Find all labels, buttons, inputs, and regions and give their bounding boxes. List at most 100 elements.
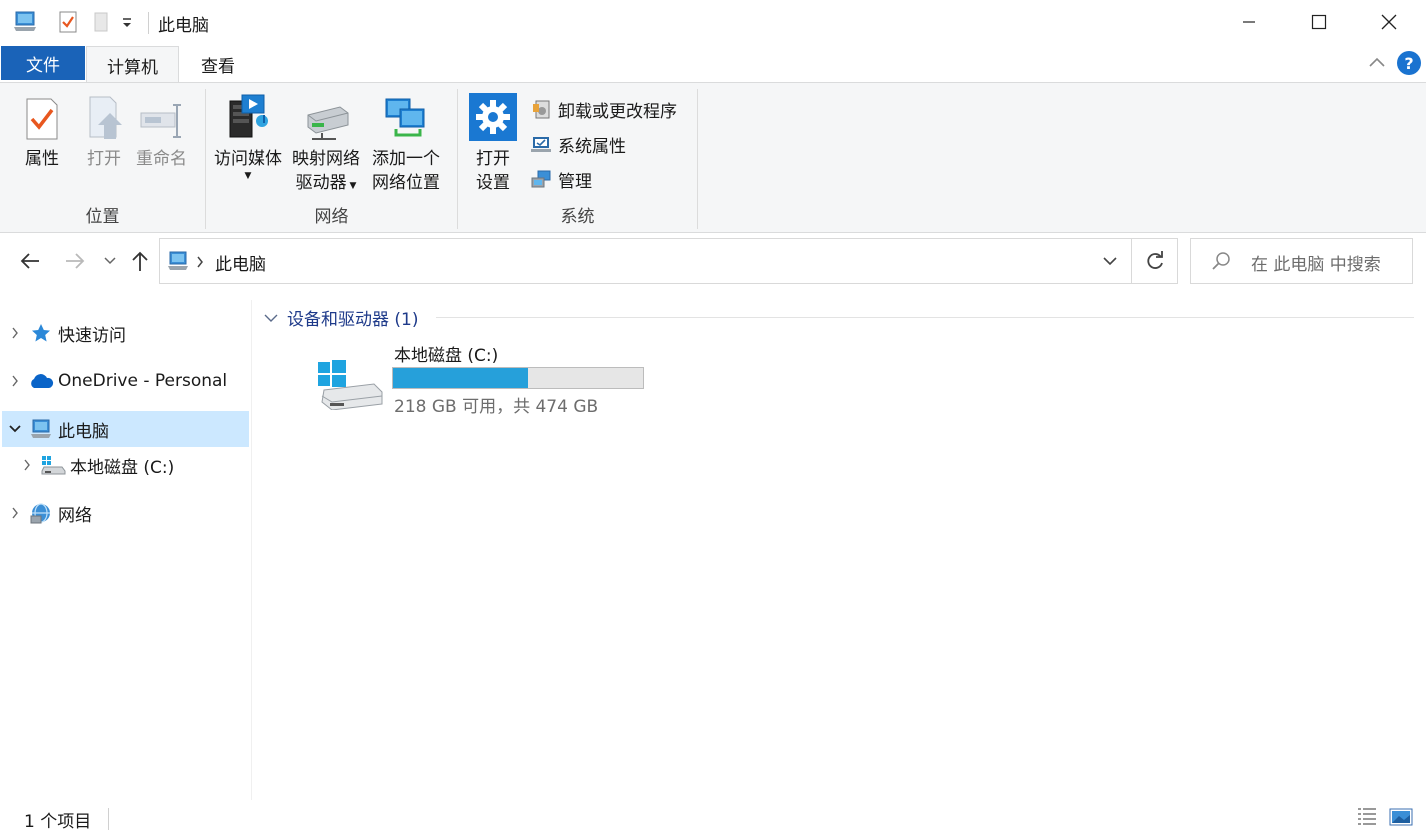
chevron-down-icon — [104, 257, 116, 265]
recent-locations-button[interactable] — [97, 248, 123, 274]
status-separator — [108, 808, 109, 830]
minimize-button[interactable] — [1214, 0, 1284, 44]
cloud-icon — [28, 370, 54, 392]
open-icon — [89, 96, 122, 139]
nav-label-network: 网络 — [58, 505, 92, 526]
nav-item-onedrive[interactable]: OneDrive - Personal — [2, 363, 249, 399]
computer-icon — [168, 251, 188, 270]
help-button[interactable]: ? — [1397, 51, 1421, 75]
rename-label: 重命名 — [136, 149, 187, 169]
group-label-network: 网络 — [314, 207, 349, 227]
up-button[interactable] — [127, 248, 153, 274]
maximize-icon — [1311, 14, 1327, 30]
map-network-drive-button[interactable]: 映射网络 驱动器 ▼ — [292, 91, 360, 195]
breadcrumb-this-pc[interactable]: 此电脑 — [215, 250, 266, 275]
breadcrumb-chevron-icon[interactable] — [196, 256, 204, 268]
forward-button[interactable] — [62, 248, 88, 274]
computer-icon[interactable] — [12, 10, 38, 39]
media-server-icon — [229, 94, 268, 138]
network-drive-icon — [307, 106, 349, 140]
open-settings-button[interactable]: 打开 设置 — [469, 91, 517, 195]
chevron-right-icon[interactable] — [2, 375, 28, 387]
chevron-down-icon — [264, 314, 278, 322]
large-icons-view-icon — [1389, 808, 1413, 826]
manage-icon — [531, 170, 551, 188]
add-location-label-1: 添加一个 — [372, 149, 440, 169]
close-icon — [1381, 14, 1397, 30]
nav-item-local-disk[interactable]: 本地磁盘 (C:) — [14, 447, 249, 483]
tab-view[interactable]: 查看 — [182, 46, 254, 82]
open-settings-label-1: 打开 — [476, 149, 510, 169]
properties-quick-icon[interactable] — [58, 10, 78, 39]
properties-icon — [26, 98, 58, 140]
nav-label-quick-access: 快速访问 — [58, 325, 126, 346]
arrow-right-icon — [66, 253, 85, 269]
uninstall-label: 卸载或更改程序 — [558, 101, 677, 122]
devices-group-header[interactable]: 设备和驱动器 (1) — [264, 305, 418, 330]
nav-item-quick-access[interactable]: 快速访问 — [2, 315, 249, 351]
ribbon-group-location: 属性 打开 重命名 位置 — [0, 83, 205, 233]
network-icon — [28, 502, 54, 524]
chevron-right-icon[interactable] — [14, 459, 40, 471]
properties-button[interactable]: 属性 — [18, 91, 66, 171]
network-location-icon — [385, 98, 425, 137]
devices-group-label: 设备和驱动器 (1) — [287, 310, 419, 330]
maximize-button[interactable] — [1284, 0, 1354, 44]
ribbon-collapse-button[interactable] — [1366, 52, 1388, 74]
map-drive-label-1: 映射网络 — [292, 149, 360, 169]
search-box[interactable]: 在 此电脑 中搜索 — [1190, 238, 1413, 284]
uninstall-icon — [533, 100, 550, 119]
system-properties-button[interactable]: 系统属性 — [530, 130, 626, 158]
open-settings-label-2: 设置 — [476, 173, 510, 193]
chevron-right-icon[interactable] — [2, 327, 28, 339]
chevron-right-icon[interactable] — [2, 507, 28, 519]
ribbon-tabs: 文件 计算机 查看 — [0, 44, 1426, 83]
add-network-location-button[interactable]: 添加一个 网络位置 — [372, 91, 440, 195]
manage-label: 管理 — [558, 171, 592, 192]
computer-icon — [28, 418, 54, 440]
dropdown-caret-icon: ▼ — [244, 171, 252, 181]
arrow-left-icon — [20, 253, 39, 269]
nav-item-network[interactable]: 网络 — [2, 495, 249, 531]
open-label: 打开 — [87, 149, 121, 169]
map-drive-label-2-row: 驱动器 ▼ — [296, 171, 357, 195]
nav-label-this-pc: 此电脑 — [58, 421, 109, 442]
address-history-button[interactable] — [1089, 238, 1131, 284]
windows-drive-icon — [318, 360, 383, 410]
system-properties-icon — [531, 137, 551, 152]
chevron-down-icon[interactable] — [2, 425, 28, 433]
settings-gear-icon — [469, 93, 517, 141]
search-icon — [1212, 252, 1230, 270]
address-bar[interactable]: 此电脑 — [159, 238, 1178, 284]
details-view-button[interactable] — [1356, 806, 1380, 830]
group-separator — [697, 89, 698, 229]
drive-free-space: 218 GB 可用，共 474 GB — [394, 397, 599, 417]
nav-item-this-pc[interactable]: 此电脑 — [2, 411, 249, 447]
tab-computer[interactable]: 计算机 — [86, 46, 179, 83]
add-location-label-2: 网络位置 — [372, 173, 440, 193]
nav-label-onedrive: OneDrive - Personal — [58, 371, 228, 391]
access-media-button[interactable]: 访问媒体 ▼ — [214, 91, 282, 181]
window-title: 此电脑 — [158, 16, 209, 36]
close-button[interactable] — [1354, 0, 1424, 44]
tab-file[interactable]: 文件 — [1, 46, 85, 80]
back-button[interactable] — [17, 248, 43, 274]
customize-quick-access-icon[interactable] — [120, 14, 134, 35]
large-icons-view-button[interactable] — [1389, 806, 1413, 830]
refresh-button[interactable] — [1132, 238, 1178, 284]
chevron-up-icon — [1369, 57, 1385, 67]
drive-name: 本地磁盘 (C:) — [394, 346, 499, 366]
rename-button[interactable]: 重命名 — [136, 91, 187, 171]
open-button[interactable]: 打开 — [80, 91, 128, 171]
properties-label: 属性 — [25, 149, 59, 169]
star-icon — [28, 322, 54, 344]
title-bar: 此电脑 — [0, 0, 1426, 44]
dropdown-caret-icon: ▼ — [346, 181, 357, 191]
manage-button[interactable]: 管理 — [530, 165, 592, 193]
system-properties-label: 系统属性 — [558, 136, 626, 157]
uninstall-programs-button[interactable]: 卸载或更改程序 — [530, 95, 677, 123]
title-separator — [148, 12, 149, 34]
new-folder-quick-icon[interactable] — [92, 10, 110, 39]
drive-tile[interactable]: 本地磁盘 (C:) 218 GB 可用，共 474 GB — [312, 338, 652, 418]
search-placeholder: 在 此电脑 中搜索 — [1251, 255, 1381, 275]
